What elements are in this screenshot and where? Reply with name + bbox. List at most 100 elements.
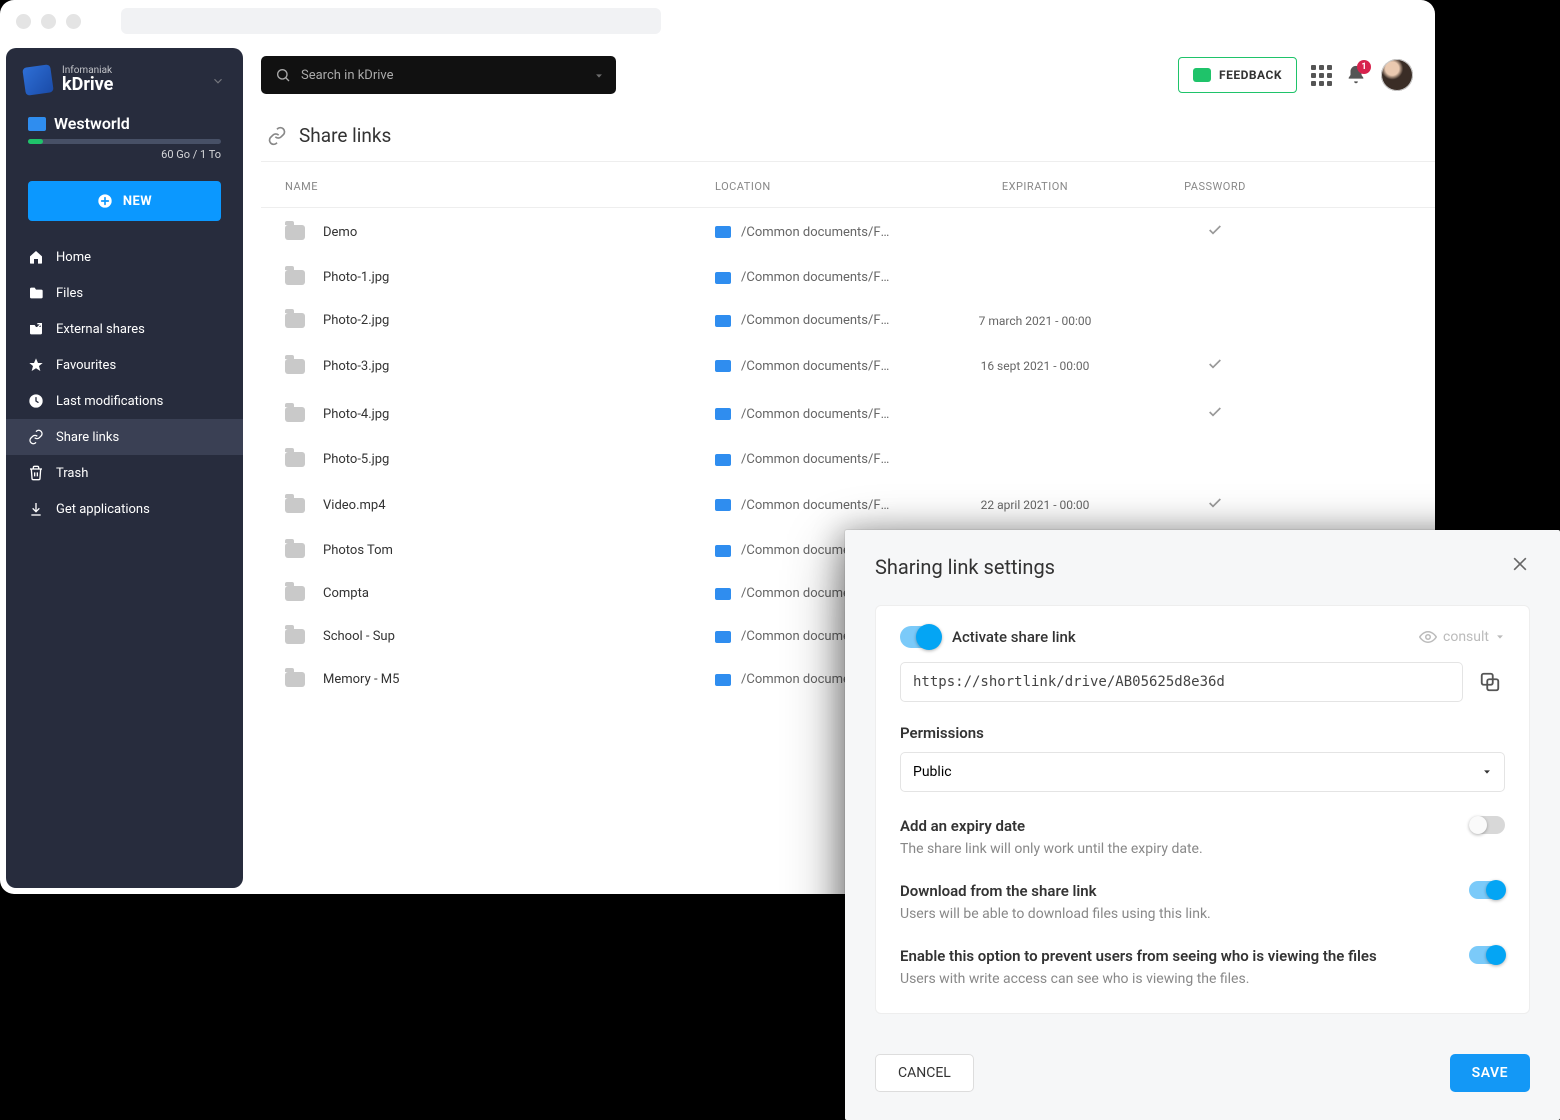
col-exp[interactable]: EXPIRATION: [945, 180, 1125, 193]
option-row: Download from the share linkUsers will b…: [900, 881, 1505, 922]
option-row: Enable this option to prevent users from…: [900, 946, 1505, 987]
close-button[interactable]: [1510, 554, 1530, 579]
save-button[interactable]: SAVE: [1450, 1054, 1530, 1092]
caret-down-icon: [1495, 632, 1505, 642]
file-location: /Common documents/Files...: [741, 313, 891, 328]
file-location: /Common documents/Files...: [741, 407, 891, 422]
drive-icon: [715, 545, 731, 557]
file-name: Photo-5.jpg: [323, 452, 389, 467]
col-loc[interactable]: LOCATION: [715, 180, 945, 193]
drive-block[interactable]: Westworld 60 Go / 1 To: [6, 104, 243, 167]
sidebar-item-favourites[interactable]: Favourites: [6, 347, 243, 383]
file-password: [1125, 404, 1305, 424]
sidebar-item-label: Get applications: [56, 502, 150, 517]
settings-card: Activate share link consult Permissions …: [875, 605, 1530, 1014]
sidebar-item-label: Share links: [56, 430, 119, 445]
cancel-button[interactable]: CANCEL: [875, 1054, 974, 1092]
file-name: Compta: [323, 586, 369, 601]
file-password: [1125, 356, 1305, 376]
folder-icon: [285, 629, 305, 644]
sidebar-item-home[interactable]: Home: [6, 239, 243, 275]
eye-icon: [1419, 628, 1437, 646]
folder-icon: [285, 452, 305, 467]
option-toggle[interactable]: [1469, 816, 1505, 834]
option-title: Add an expiry date: [900, 817, 1025, 835]
activate-label: Activate share link: [952, 628, 1076, 646]
permissions-select[interactable]: Public: [900, 752, 1505, 792]
sidebar-item-share-links[interactable]: Share links: [6, 419, 243, 455]
option-title: Download from the share link: [900, 882, 1097, 900]
drive-icon: [715, 226, 731, 238]
folder-icon: [285, 225, 305, 240]
sidebar: Infomaniak kDrive Westworld 60 Go / 1 To…: [6, 48, 243, 888]
file-location: /Common documents/Files...: [741, 359, 891, 374]
nav: HomeFiles External shares Favourites Last m…: [6, 231, 243, 527]
drive-icon: [715, 454, 731, 466]
avatar[interactable]: [1381, 59, 1413, 91]
table-row[interactable]: Photo-5.jpg /Common documents/Files...: [261, 438, 1435, 481]
window-dot[interactable]: [16, 14, 31, 29]
col-name[interactable]: NAME: [285, 180, 715, 193]
chevron-down-icon[interactable]: [211, 74, 225, 92]
folder-icon: [285, 407, 305, 422]
titlebar: [0, 0, 1435, 42]
sidebar-item-last-modifications[interactable]: Last modifications: [6, 383, 243, 419]
sidebar-item-external-shares[interactable]: External shares: [6, 311, 243, 347]
sidebar-item-label: Trash: [56, 466, 88, 481]
new-button[interactable]: NEW: [28, 181, 221, 221]
page-heading: Share links: [261, 94, 1435, 161]
file-name: Photo-2.jpg: [323, 313, 389, 328]
table-row[interactable]: Photo-3.jpg /Common documents/Files... 1…: [261, 342, 1435, 390]
table-row[interactable]: Video.mp4 /Common documents/Files... 22 …: [261, 481, 1435, 529]
address-bar[interactable]: [121, 8, 661, 34]
table-header: NAME LOCATION EXPIRATION PASSWORD: [261, 161, 1435, 208]
storage-text: 60 Go / 1 To: [28, 148, 221, 161]
option-toggle[interactable]: [1469, 881, 1505, 899]
folder-icon: [285, 586, 305, 601]
file-name: Photo-4.jpg: [323, 407, 389, 422]
notif-badge: 1: [1357, 60, 1371, 74]
consult-dropdown[interactable]: consult: [1419, 628, 1505, 646]
folder-icon: [285, 543, 305, 558]
trash-icon: [28, 465, 44, 481]
option-desc: Users with write access can see who is v…: [900, 971, 1377, 987]
sidebar-item-files[interactable]: Files: [6, 275, 243, 311]
modal-title: Sharing link settings: [875, 555, 1055, 579]
folder-icon: [285, 498, 305, 513]
table-row[interactable]: Photo-1.jpg /Common documents/Files...: [261, 256, 1435, 299]
table-row[interactable]: Demo /Common documents/Files...: [261, 208, 1435, 256]
search-input[interactable]: Search in kDrive: [261, 56, 616, 94]
brand[interactable]: Infomaniak kDrive: [6, 48, 243, 104]
file-expiration: 7 march 2021 - 00:00: [945, 314, 1125, 328]
window-dot[interactable]: [41, 14, 56, 29]
drive-icon: [715, 631, 731, 643]
copy-button[interactable]: [1475, 667, 1505, 697]
drive-icon: [28, 117, 46, 131]
drive-icon: [715, 272, 731, 284]
sidebar-item-get-applications[interactable]: Get applications: [6, 491, 243, 527]
link-icon: [267, 126, 287, 146]
file-name: Photos Tom: [323, 543, 393, 558]
permissions-label: Permissions: [900, 724, 1505, 742]
col-pwd[interactable]: PASSWORD: [1125, 180, 1305, 193]
feedback-button[interactable]: FEEDBACK: [1178, 57, 1297, 93]
apps-menu-icon[interactable]: [1311, 65, 1331, 85]
sidebar-item-trash[interactable]: Trash: [6, 455, 243, 491]
search-icon: [275, 67, 291, 83]
activate-toggle[interactable]: [900, 626, 940, 648]
file-expiration: 22 april 2021 - 00:00: [945, 498, 1125, 512]
file-password: [1125, 495, 1305, 515]
home-icon: [28, 249, 44, 265]
caret-down-icon[interactable]: [594, 70, 604, 85]
sidebar-item-label: Last modifications: [56, 394, 163, 409]
file-name: School - Sup: [323, 629, 395, 644]
sidebar-item-label: Favourites: [56, 358, 116, 373]
table-row[interactable]: Photo-4.jpg /Common documents/Files...: [261, 390, 1435, 438]
option-toggle[interactable]: [1469, 946, 1505, 964]
window-dot[interactable]: [66, 14, 81, 29]
chat-icon: [1193, 68, 1211, 82]
sidebar-item-label: External shares: [56, 322, 145, 337]
share-link-input[interactable]: [900, 662, 1463, 702]
notifications-button[interactable]: 1: [1345, 64, 1367, 86]
table-row[interactable]: Photo-2.jpg /Common documents/Files... 7…: [261, 299, 1435, 342]
